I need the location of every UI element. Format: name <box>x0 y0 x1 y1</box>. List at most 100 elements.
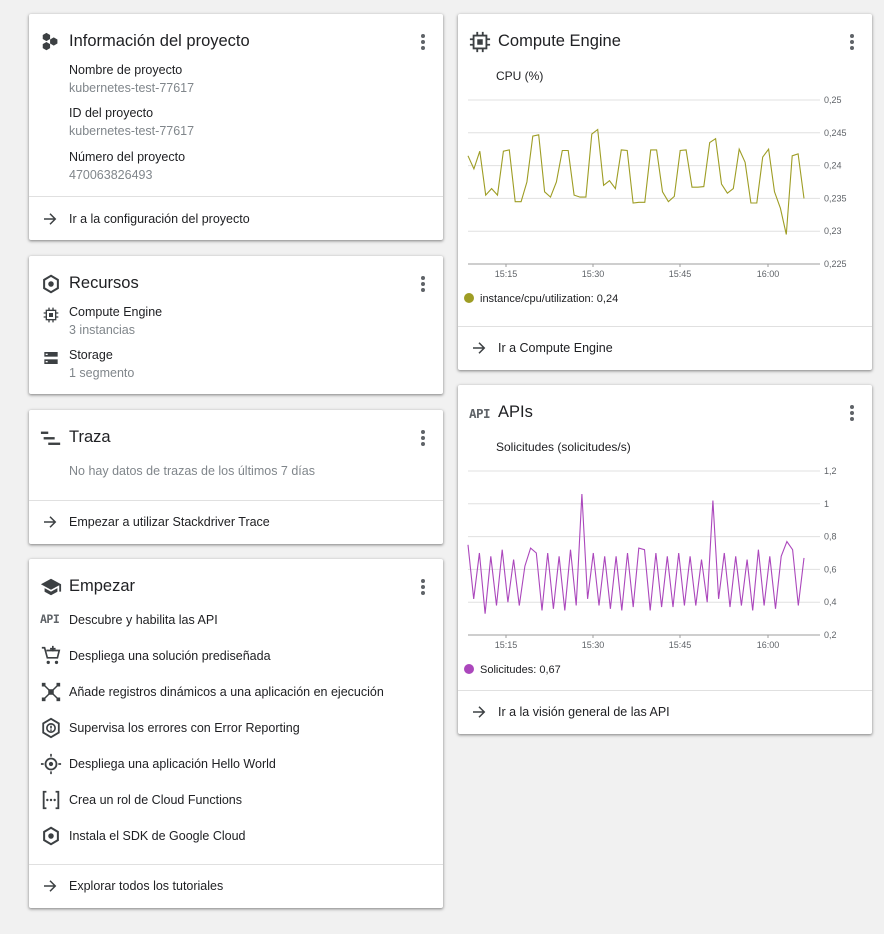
requests-legend-label: Solicitudes: <box>480 664 537 676</box>
resource-compute-label: Compute Engine <box>69 305 163 319</box>
resources-title: Recursos <box>69 274 139 292</box>
getting-started-card: Empezar API Descubre y habilita las API … <box>29 559 443 908</box>
y-tick-label: 0,6 <box>824 564 837 574</box>
project-name-label: Nombre de proyecto <box>69 63 183 77</box>
apis-header: API APIs <box>458 385 872 441</box>
resources-menu-button[interactable] <box>415 276 431 294</box>
cpu-legend-label: instance/cpu/utilization: <box>480 293 594 305</box>
cart-icon <box>41 645 61 665</box>
all-tutorials-link-label: Explorar todos los tutoriales <box>69 879 224 893</box>
functions-icon <box>42 790 60 810</box>
api-icon: API <box>469 406 491 421</box>
compute-engine-link[interactable]: Ir a Compute Engine <box>458 327 872 369</box>
getting-started-menu-button[interactable] <box>415 579 431 597</box>
y-tick-label: 0,4 <box>824 597 837 607</box>
getting-started-title: Empezar <box>69 577 136 595</box>
legend-dot <box>464 664 474 674</box>
resources-hexagon-icon <box>43 274 59 294</box>
series-line <box>467 493 805 614</box>
gs-item-debug[interactable]: Añade registros dinámicos a una aplicaci… <box>29 678 443 708</box>
requests-legend: Solicitudes: 0,67 <box>464 664 561 676</box>
project-number-value: 470063826493 <box>69 168 153 182</box>
cpu-chart[interactable]: 0,225 0,23 0,235 0,24 0,245 0,25 15:15 15:30 15:… <box>458 92 872 292</box>
x-tick-label: 16:00 <box>757 269 780 279</box>
compute-header: Compute Engine <box>458 14 872 70</box>
cpu-chart-title: CPU (%) <box>496 69 544 83</box>
gs-item-apis[interactable]: API Descubre y habilita las API <box>29 606 443 636</box>
y-tick-label: 0,24 <box>824 161 842 171</box>
y-tick-label: 0,8 <box>824 532 837 542</box>
requests-chart[interactable]: 0,2 0,4 0,6 0,8 1 1,2 15:15 15:30 15:45 16:00 <box>458 463 872 663</box>
resource-storage-count: 1 segmento <box>69 366 135 380</box>
gs-item-functions[interactable]: Crea un rol de Cloud Functions <box>29 786 443 816</box>
project-id-value: kubernetes-test-77617 <box>69 124 195 138</box>
trace-header: Traza <box>29 410 443 466</box>
cpu-legend: instance/cpu/utilization: 0,24 <box>464 293 618 305</box>
project-id-label: ID del proyecto <box>69 106 154 120</box>
target-icon <box>40 753 62 775</box>
gs-item-label: Crea un rol de Cloud Functions <box>69 793 243 807</box>
apis-card: API APIs Solicitudes (solicitudes/s) 0,2… <box>458 385 872 734</box>
trace-start-link[interactable]: Empezar a utilizar Stackdriver Trace <box>29 501 443 543</box>
project-info-title: Información del proyecto <box>69 32 250 50</box>
divider <box>29 196 443 197</box>
arrow-right-icon <box>44 213 57 225</box>
apis-title: APIs <box>498 403 533 421</box>
gs-item-sdk[interactable]: Instala el SDK de Google Cloud <box>29 822 443 852</box>
y-tick-label: 0,235 <box>824 193 847 203</box>
project-name-value: kubernetes-test-77617 <box>69 81 195 95</box>
legend-dot <box>464 293 474 303</box>
apis-menu-button[interactable] <box>844 405 860 423</box>
api-icon: API <box>40 612 60 626</box>
arrow-right-icon <box>473 706 486 718</box>
y-tick-label: 1 <box>824 499 829 509</box>
trace-title: Traza <box>69 428 111 446</box>
y-tick-label: 0,23 <box>824 226 842 236</box>
graduation-cap-icon <box>40 578 62 596</box>
sdk-icon <box>43 826 59 846</box>
project-info-menu-button[interactable] <box>415 34 431 52</box>
x-tick-label: 16:00 <box>757 640 780 650</box>
gs-item-label: Despliega una solución prediseñada <box>69 649 271 663</box>
gs-item-solution[interactable]: Despliega una solución prediseñada <box>29 642 443 672</box>
gs-item-label: Despliega una aplicación Hello World <box>69 757 276 771</box>
y-tick-label: 0,225 <box>824 259 847 269</box>
x-tick-label: 15:45 <box>669 269 692 279</box>
x-tick-label: 15:45 <box>669 640 692 650</box>
gs-item-label: Descubre y habilita las API <box>69 613 218 627</box>
gs-item-error-reporting[interactable]: Supervisa los errores con Error Reportin… <box>29 714 443 744</box>
compute-engine-link-label: Ir a Compute Engine <box>498 341 613 355</box>
project-info-header: Información del proyecto <box>29 14 443 70</box>
gs-item-label: Supervisa los errores con Error Reportin… <box>69 721 300 735</box>
gs-item-label: Añade registros dinámicos a una aplicaci… <box>69 685 384 699</box>
all-tutorials-link[interactable]: Explorar todos los tutoriales <box>29 865 443 907</box>
project-settings-link[interactable]: Ir a la configuración del proyecto <box>29 198 443 240</box>
trace-menu-button[interactable] <box>415 430 431 448</box>
y-tick-label: 0,25 <box>824 95 842 105</box>
resource-compute-count: 3 instancias <box>69 323 136 337</box>
gs-item-label: Instala el SDK de Google Cloud <box>69 829 246 843</box>
project-info-card: Información del proyecto Nombre de proye… <box>29 14 443 240</box>
y-tick-label: 0,245 <box>824 128 847 138</box>
requests-chart-title: Solicitudes (solicitudes/s) <box>496 440 631 454</box>
apis-overview-link[interactable]: Ir a la visión general de las API <box>458 691 872 733</box>
cpu-legend-value: 0,24 <box>596 293 619 305</box>
y-tick-label: 1,2 <box>824 466 837 476</box>
arrow-right-icon <box>44 516 57 528</box>
gs-item-hello-world[interactable]: Despliega una aplicación Hello World <box>29 750 443 780</box>
x-tick-label: 15:30 <box>582 640 605 650</box>
error-reporting-icon <box>42 717 60 739</box>
project-number-label: Número del proyecto <box>69 150 186 164</box>
requests-legend-value: 0,67 <box>539 664 561 676</box>
x-tick-label: 15:15 <box>495 640 518 650</box>
x-tick-label: 15:30 <box>582 269 605 279</box>
trace-empty-message: No hay datos de trazas de los últimos 7 … <box>69 464 315 478</box>
project-hexagons-icon <box>42 32 58 51</box>
resource-storage-label: Storage <box>69 348 113 362</box>
storage-icon <box>44 352 58 364</box>
arrow-right-icon <box>44 880 57 892</box>
chip-icon <box>469 31 491 53</box>
apis-overview-link-label: Ir a la visión general de las API <box>498 705 670 719</box>
compute-menu-button[interactable] <box>844 34 860 52</box>
chip-icon <box>43 307 59 323</box>
